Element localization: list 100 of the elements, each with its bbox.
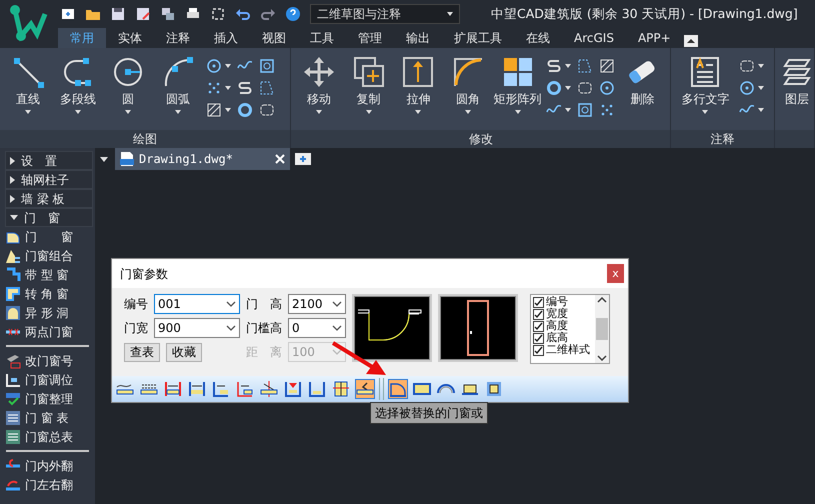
ribbon-tab[interactable]: 视图 [250, 28, 298, 48]
cloud-rect-icon[interactable] [576, 80, 593, 96]
circle-dot-icon[interactable] [206, 58, 222, 74]
sidebar-item[interactable]: 门左右翻 [5, 475, 93, 494]
sidebar-item[interactable]: 两点门窗 [5, 322, 93, 341]
caret-icon[interactable] [564, 108, 571, 112]
caret-icon[interactable] [758, 86, 764, 90]
dashed-shape-icon[interactable] [576, 58, 593, 74]
sidebar-item[interactable]: 转 角 窗 [5, 284, 93, 303]
checkbox[interactable] [533, 320, 544, 332]
ribbon-tab[interactable]: APP+ [626, 28, 683, 48]
ribbon-tool-button[interactable]: 删除 [620, 56, 664, 108]
toolbar-button[interactable] [187, 379, 207, 399]
toolbar-button[interactable] [283, 379, 303, 399]
combo-field[interactable]: 900 [154, 318, 240, 338]
close-icon[interactable] [274, 153, 286, 165]
ribbon-tab[interactable]: 在线 [514, 28, 562, 48]
close-button[interactable]: x [607, 264, 624, 283]
ribbon-tab[interactable]: 扩展工具 [442, 28, 514, 48]
collapse-ribbon-icon[interactable] [682, 34, 699, 48]
ribbon-tool-button[interactable]: 圆角 [446, 56, 490, 114]
ribbon-tool-button[interactable]: 多行文字 [677, 56, 734, 114]
ribbon-tab[interactable]: 实体 [106, 28, 154, 48]
circle-dot-icon[interactable] [598, 80, 615, 96]
sidebar-section-header[interactable]: 门 窗 [5, 208, 93, 227]
sidebar-item[interactable]: 门窗整理 [5, 389, 93, 408]
sidebar-item[interactable]: 改门窗号 [5, 351, 93, 370]
tab-list-caret-icon[interactable] [100, 156, 108, 162]
ribbon-tool-button[interactable]: 圆 [106, 56, 150, 114]
combo-field[interactable]: 2100 [288, 294, 346, 314]
ribbon-tab[interactable]: 插入 [202, 28, 250, 48]
help-icon[interactable] [285, 6, 301, 22]
toolbar-button[interactable] [211, 379, 231, 399]
toolbar-button[interactable] [307, 379, 327, 399]
ribbon-tab[interactable]: 输出 [394, 28, 442, 48]
caret-icon[interactable] [564, 86, 571, 90]
hatch-icon[interactable] [206, 102, 222, 118]
s-curve-icon[interactable] [546, 58, 562, 74]
scroll-up-icon[interactable] [597, 297, 607, 303]
sidebar-item[interactable]: 门内外翻 [5, 456, 93, 475]
checkbox[interactable] [533, 296, 544, 308]
circle-dot-icon[interactable] [739, 80, 756, 96]
sidebar-item[interactable]: 异 形 洞 [5, 303, 93, 322]
ribbon-tool-button[interactable]: 矩形阵列 [496, 56, 540, 114]
sidebar-section-header[interactable]: 设 置 [5, 151, 93, 170]
toolbar-button[interactable] [484, 379, 504, 399]
dots-icon[interactable] [598, 102, 615, 118]
ribbon-tab[interactable]: 管理 [346, 28, 394, 48]
caret-icon[interactable] [758, 64, 764, 68]
redo-icon[interactable] [260, 6, 276, 22]
square-ring-icon[interactable] [259, 58, 275, 74]
dialog-button[interactable]: 查表 [124, 342, 160, 362]
scrollbar[interactable] [595, 295, 609, 363]
dots-icon[interactable] [206, 80, 222, 96]
square-ring-icon[interactable] [576, 102, 593, 118]
checkbox[interactable] [533, 344, 544, 356]
caret-icon[interactable] [758, 108, 764, 112]
hatch-icon[interactable] [598, 58, 615, 74]
cloud-rect-icon[interactable] [739, 58, 756, 74]
ribbon-tab[interactable]: 常用 [58, 28, 106, 48]
sidebar-item[interactable]: 带 型 窗 [5, 265, 93, 284]
new-tab-icon[interactable] [294, 152, 312, 166]
ribbon-tool-button[interactable]: 多段线 [56, 56, 100, 114]
sidebar-section-header[interactable]: 轴网柱子 [5, 170, 93, 189]
caret-icon[interactable] [225, 108, 231, 112]
cloud-rect-icon[interactable] [259, 102, 275, 118]
save-icon[interactable] [110, 6, 126, 22]
toolbar-button[interactable] [259, 379, 279, 399]
ribbon-tool-button[interactable]: 移动 [297, 56, 341, 114]
ribbon-tool-button[interactable]: 直线 [6, 56, 50, 114]
s-curve-icon[interactable] [237, 80, 253, 96]
sidebar-item[interactable]: 门窗组合 [5, 246, 93, 265]
toolbar-button[interactable] [163, 379, 183, 399]
workspace-dropdown[interactable]: 二维草图与注释 [310, 4, 460, 24]
ribbon-tool-button[interactable]: 圆弧 [156, 56, 200, 114]
toolbar-button[interactable] [331, 379, 351, 399]
ribbon-tab[interactable]: 注释 [154, 28, 202, 48]
sidebar-item[interactable]: 门窗调位 [5, 370, 93, 389]
caret-icon[interactable] [225, 86, 231, 90]
layers-icon[interactable] [160, 6, 176, 22]
checkbox[interactable] [533, 332, 544, 344]
ribbon-tool-button[interactable]: 拉伸 [396, 56, 440, 114]
ribbon-tab[interactable]: 工具 [298, 28, 346, 48]
document-tab[interactable]: Drawing1.dwg* [115, 148, 290, 170]
zoom-extents-icon[interactable] [210, 6, 226, 22]
ribbon-tool-button[interactable]: 复制 [346, 56, 390, 114]
dashed-shape-icon[interactable] [259, 80, 275, 96]
ribbon-tool-button[interactable]: 图层 [781, 56, 813, 108]
combo-field[interactable]: 001 [154, 294, 240, 314]
combo-field[interactable]: 0 [288, 318, 346, 338]
sidebar-section-header[interactable]: 墙 梁 板 [5, 189, 93, 208]
dialog-button[interactable]: 收藏 [166, 342, 202, 362]
ribbon-tab[interactable]: ArcGIS [562, 28, 626, 48]
ring-icon[interactable] [546, 80, 562, 96]
sidebar-item[interactable]: 门 窗 表 [5, 408, 93, 427]
caret-icon[interactable] [225, 64, 231, 68]
caret-icon[interactable] [564, 64, 571, 68]
save-as-icon[interactable] [135, 6, 151, 22]
checkbox[interactable] [533, 308, 544, 320]
sidebar-item[interactable]: 门 窗 [5, 227, 93, 246]
